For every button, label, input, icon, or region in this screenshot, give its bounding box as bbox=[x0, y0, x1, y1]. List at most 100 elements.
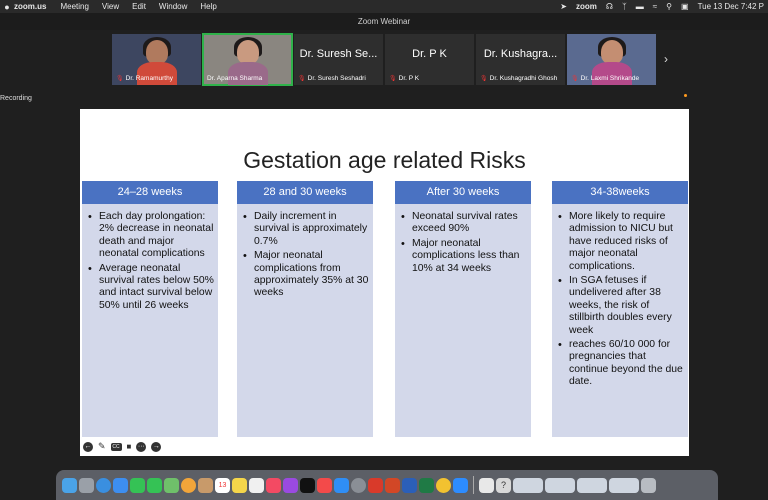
menubar-datetime[interactable]: Tue 13 Dec 7:42 P bbox=[698, 2, 764, 11]
window-icon[interactable] bbox=[545, 477, 575, 493]
trash-icon[interactable] bbox=[641, 477, 656, 493]
finder-icon[interactable] bbox=[62, 477, 77, 493]
settings-icon[interactable] bbox=[351, 477, 366, 493]
recording-label: Recording bbox=[0, 95, 32, 102]
photos-icon[interactable] bbox=[181, 477, 196, 493]
calendar-icon[interactable]: 13 bbox=[215, 477, 230, 493]
pdf-icon[interactable] bbox=[368, 477, 383, 493]
column-header: 28 and 30 weeks bbox=[237, 181, 373, 204]
participant-name-large: Dr. P K bbox=[412, 48, 447, 60]
zoom-icon[interactable] bbox=[453, 477, 468, 493]
bluetooth-icon[interactable]: ᛉ bbox=[622, 2, 627, 11]
slide-column-24-28: 24–28 weeks Each day prolongation: 2% de… bbox=[82, 181, 218, 437]
mic-muted-icon: 🎙 bbox=[298, 76, 306, 82]
bullet-item: Major neonatal complications from approx… bbox=[243, 250, 369, 300]
column-header: After 30 weeks bbox=[395, 181, 531, 204]
mail-icon[interactable] bbox=[113, 477, 128, 493]
pen-icon[interactable]: ✎ bbox=[98, 441, 106, 452]
window-title: Zoom Webinar bbox=[357, 17, 411, 26]
search-icon[interactable]: ⚲ bbox=[666, 2, 672, 11]
bullet-item: Neonatal survival rates exceed 90% bbox=[401, 211, 527, 236]
slide-column-28-30: 28 and 30 weeks Daily increment in survi… bbox=[237, 181, 373, 437]
slideshow-controls: ← ✎ CC ■ ··· → bbox=[83, 441, 162, 452]
bullet-item: Daily increment in survival is approxima… bbox=[243, 211, 369, 248]
app-menu-zoom[interactable]: zoom.us bbox=[14, 2, 46, 11]
participant-tile[interactable]: Dr. P K 🎙 Dr. P K bbox=[385, 34, 474, 85]
macos-menubar: ● zoom.us Meeting View Edit Window Help … bbox=[0, 0, 768, 13]
mic-muted-icon: 🎙 bbox=[571, 76, 579, 82]
maps-icon[interactable] bbox=[164, 477, 179, 493]
facetime-icon[interactable] bbox=[130, 477, 145, 493]
tv-icon[interactable] bbox=[300, 477, 315, 493]
slide-title: Gestation age related Risks bbox=[243, 147, 526, 173]
window-icon[interactable] bbox=[577, 477, 607, 493]
calendar-day: 13 bbox=[218, 481, 227, 489]
column-header: 34-38weeks bbox=[552, 181, 688, 204]
participant-label: Dr. Kushagradhi Ghosh bbox=[489, 75, 558, 82]
share-indicator-dot bbox=[684, 94, 687, 97]
word-icon[interactable] bbox=[402, 477, 417, 493]
window-icon[interactable] bbox=[513, 477, 543, 493]
participant-tile[interactable]: 🎙 Dr. Ramamurthy bbox=[112, 34, 201, 85]
news-icon[interactable] bbox=[317, 477, 332, 493]
help-icon[interactable]: ? bbox=[496, 477, 511, 493]
slide-column-34-38: 34-38weeks More likely to require admiss… bbox=[552, 181, 688, 437]
apple-menu-icon[interactable]: ● bbox=[0, 2, 14, 12]
chrome-icon[interactable] bbox=[436, 477, 451, 493]
podcasts-icon[interactable] bbox=[283, 477, 298, 493]
participant-tile[interactable]: 🎙 Dr. Laxmi Shrikande bbox=[567, 34, 656, 85]
location-arrow-icon[interactable]: ➤ bbox=[560, 2, 567, 11]
more-icon[interactable]: ··· bbox=[136, 441, 147, 452]
prev-arrow-icon[interactable]: ← bbox=[83, 441, 93, 452]
participant-label: Dr. Suresh Seshadri bbox=[307, 75, 366, 82]
mic-muted-icon: 🎙 bbox=[480, 76, 488, 82]
music-icon[interactable] bbox=[266, 477, 281, 493]
bullet-item: In SGA fetuses if undelivered after 38 w… bbox=[558, 275, 684, 337]
battery-icon[interactable]: ▬ bbox=[636, 2, 644, 11]
reminders-icon[interactable] bbox=[249, 477, 264, 493]
shared-slide: Gestation age related Risks 24–28 weeks … bbox=[80, 109, 689, 456]
next-page-chevron-icon[interactable]: › bbox=[664, 52, 668, 66]
excel-icon[interactable] bbox=[419, 477, 434, 493]
participant-name-large: Dr. Suresh Se... bbox=[299, 48, 378, 60]
participant-tile[interactable]: Dr. Kushagra... 🎙 Dr. Kushagradhi Ghosh bbox=[476, 34, 565, 85]
preview-icon[interactable] bbox=[479, 477, 494, 493]
window-titlebar: Zoom Webinar bbox=[0, 13, 768, 30]
participant-label: Dr. P K bbox=[398, 75, 420, 82]
menu-view[interactable]: View bbox=[102, 2, 119, 11]
subtitles-icon[interactable]: CC bbox=[110, 442, 122, 451]
powerpoint-icon[interactable] bbox=[385, 477, 400, 493]
menu-meeting[interactable]: Meeting bbox=[60, 2, 88, 11]
window-icon[interactable] bbox=[609, 477, 639, 493]
bullet-item: More likely to require admission to NICU… bbox=[558, 211, 684, 273]
safari-icon[interactable] bbox=[96, 477, 111, 493]
participant-label: Dr. Laxmi Shrikande bbox=[580, 75, 640, 82]
contacts-icon[interactable] bbox=[198, 477, 213, 493]
wifi-icon[interactable]: ≈ bbox=[653, 2, 657, 11]
bullet-item: Average neonatal survival rates below 50… bbox=[88, 263, 214, 313]
video-off-icon[interactable]: ■ bbox=[127, 442, 132, 451]
bullet-item: Major neonatal complications less than 1… bbox=[401, 238, 527, 275]
appstore-icon[interactable] bbox=[334, 477, 349, 493]
menu-help[interactable]: Help bbox=[200, 2, 216, 11]
launchpad-icon[interactable] bbox=[79, 477, 94, 493]
menu-edit[interactable]: Edit bbox=[132, 2, 146, 11]
participant-tile-active-speaker[interactable]: Dr. Aparna Sharma bbox=[202, 33, 293, 86]
control-center-icon[interactable]: ▣ bbox=[681, 2, 689, 11]
menu-window[interactable]: Window bbox=[159, 2, 187, 11]
participant-tile[interactable]: Dr. Suresh Se... 🎙 Dr. Suresh Seshadri bbox=[294, 34, 383, 85]
notes-icon[interactable] bbox=[232, 477, 247, 493]
dock-separator bbox=[473, 476, 474, 494]
zoom-status-logo[interactable]: zoom bbox=[576, 2, 597, 11]
menubar-status-area: ➤ zoom ☊ ᛉ ▬ ≈ ⚲ ▣ Tue 13 Dec 7:42 P bbox=[560, 0, 764, 13]
next-arrow-icon[interactable]: → bbox=[151, 441, 162, 452]
messages-icon[interactable] bbox=[147, 477, 162, 493]
participant-name-large: Dr. Kushagra... bbox=[483, 48, 558, 60]
participant-label: Dr. Aparna Sharma bbox=[207, 75, 263, 82]
headphones-icon[interactable]: ☊ bbox=[606, 2, 613, 11]
slide-column-after-30: After 30 weeks Neonatal survival rates e… bbox=[395, 181, 531, 437]
recording-indicator: Recording bbox=[0, 95, 32, 102]
participant-label: Dr. Ramamurthy bbox=[125, 75, 173, 82]
column-header: 24–28 weeks bbox=[82, 181, 218, 204]
bullet-item: Each day prolongation: 2% decrease in ne… bbox=[88, 211, 214, 261]
